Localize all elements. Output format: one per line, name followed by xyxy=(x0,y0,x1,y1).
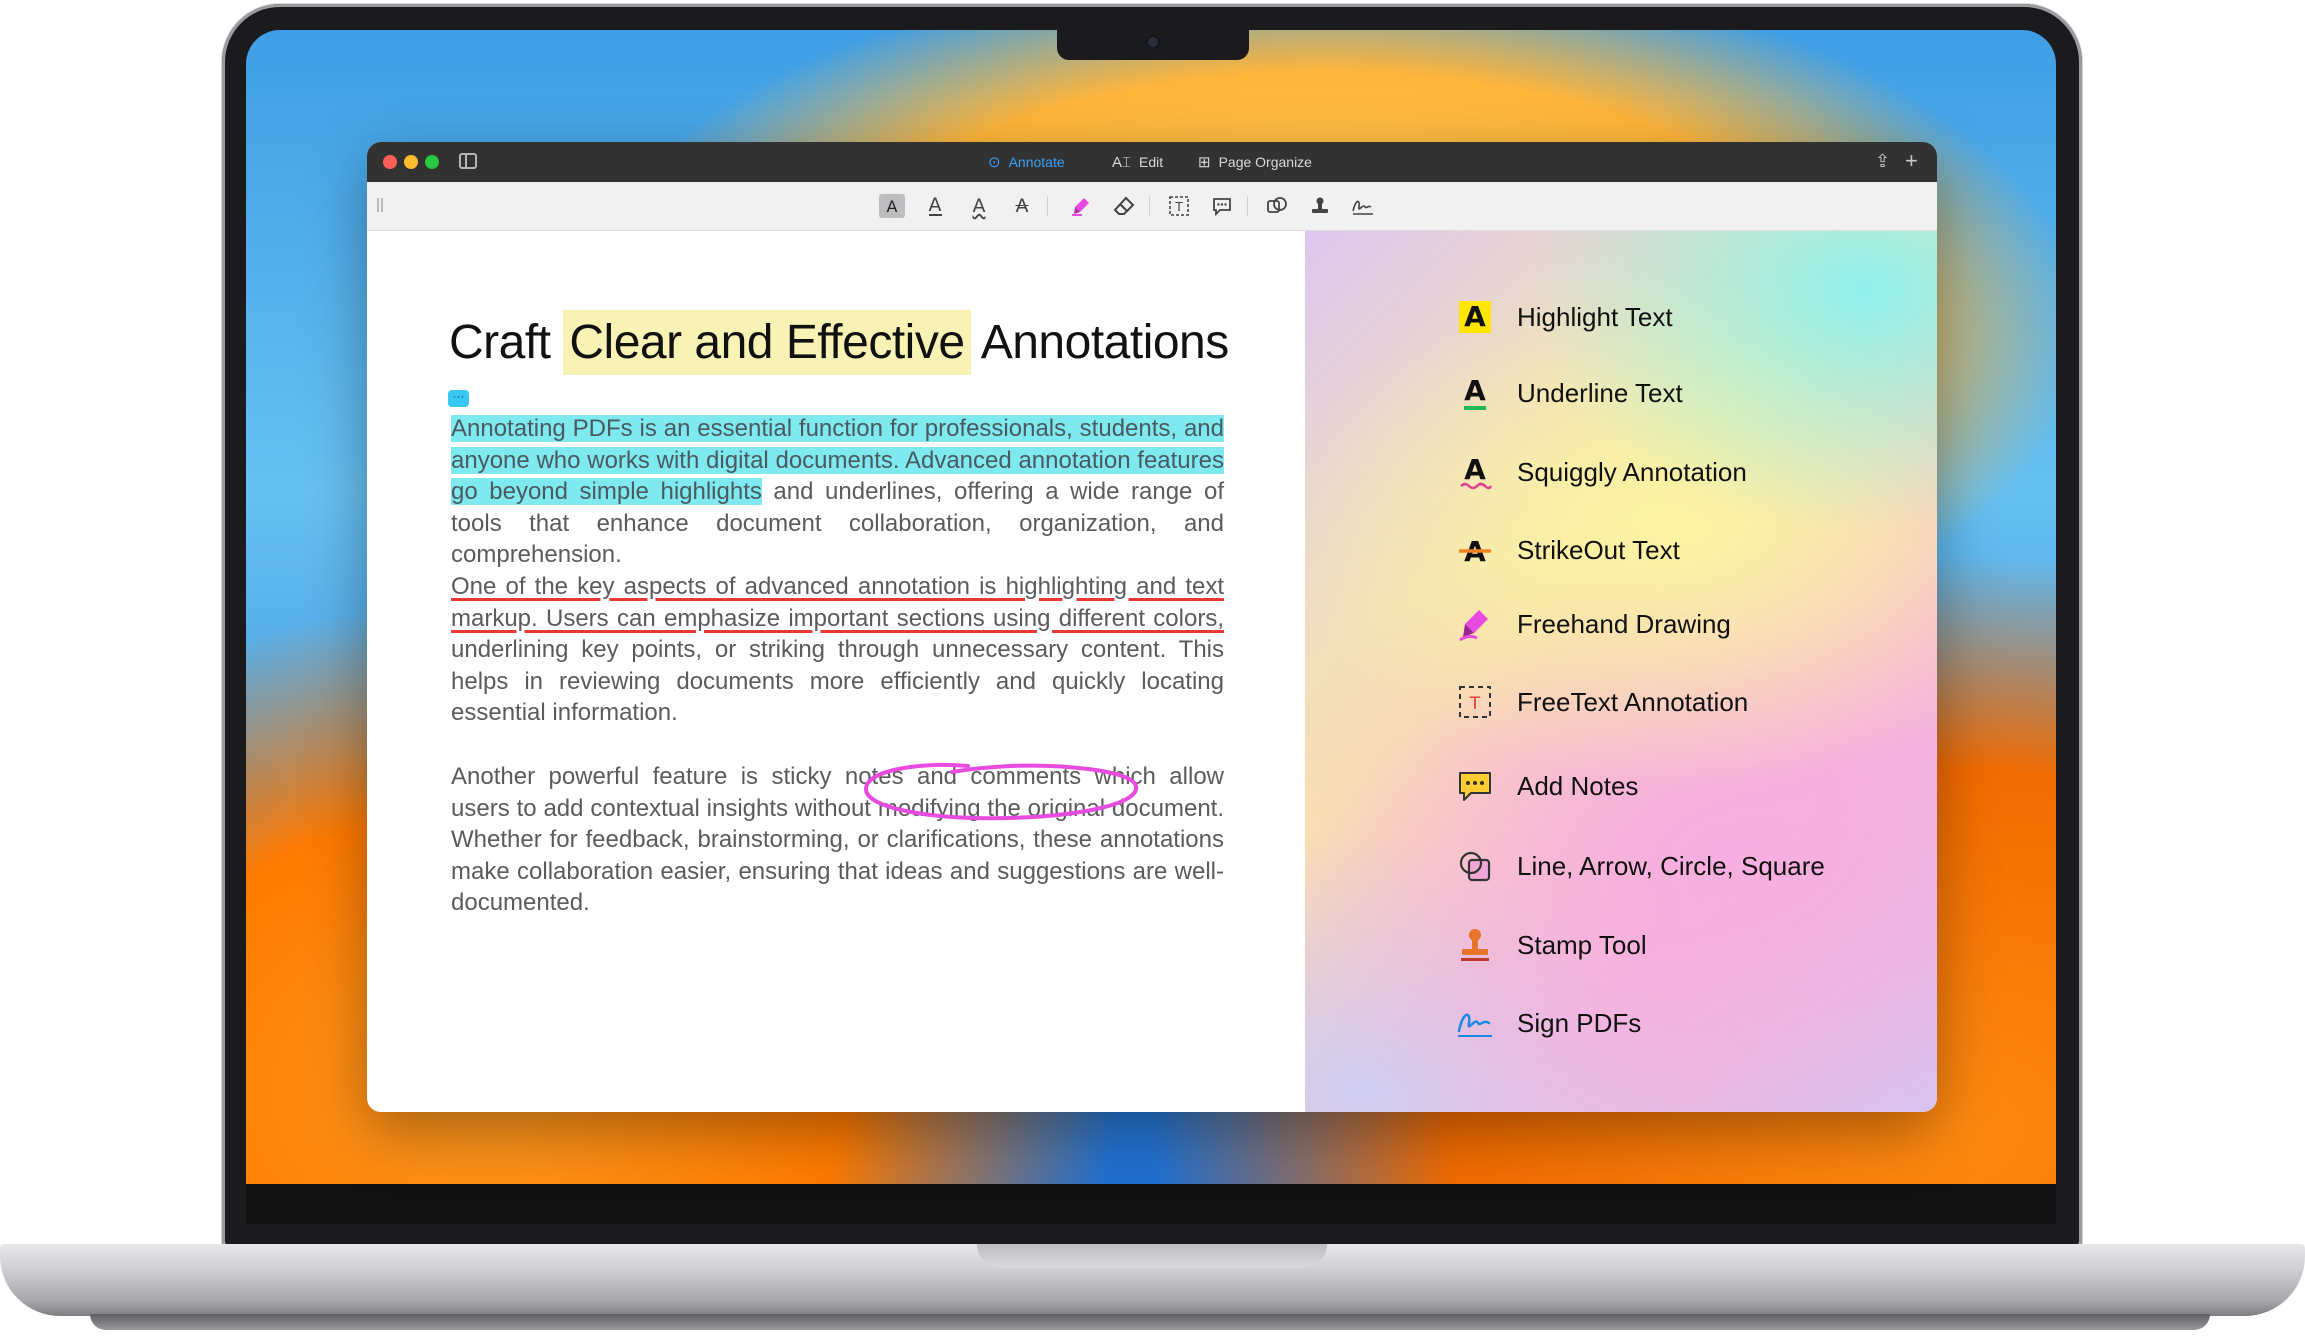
stamp-icon xyxy=(1455,925,1495,965)
marker-icon xyxy=(1455,604,1495,644)
feature-strikeout-text[interactable]: A StrikeOut Text xyxy=(1455,530,1680,570)
feature-underline-text[interactable]: A Underline Text xyxy=(1455,373,1683,413)
feature-freetext-annotation[interactable]: T FreeText Annotation xyxy=(1455,682,1748,722)
feature-freehand-drawing[interactable]: Freehand Drawing xyxy=(1455,604,1731,644)
highlight-text-icon: A xyxy=(1455,297,1495,337)
feature-squiggly-annotation[interactable]: A Squiggly Annotation xyxy=(1455,452,1747,492)
camera-icon xyxy=(1148,37,1158,47)
edit-icon: A⌶ xyxy=(1112,153,1132,171)
feature-label: Freehand Drawing xyxy=(1517,608,1731,639)
signature-icon xyxy=(1455,1003,1495,1043)
laptop-lid-notch xyxy=(977,1244,1327,1268)
feature-label: Add Notes xyxy=(1517,770,1639,801)
feature-label: FreeText Annotation xyxy=(1517,686,1749,717)
tab-edit[interactable]: A⌶ Edit xyxy=(1112,142,1163,182)
sidebar-toggle-icon[interactable] xyxy=(459,153,477,169)
shapes-tool-icon[interactable] xyxy=(1264,194,1290,218)
new-tab-icon[interactable]: + xyxy=(1905,148,1918,174)
feature-label: Squiggly Annotation xyxy=(1517,456,1747,487)
eraser-tool-icon[interactable] xyxy=(1111,194,1137,218)
freehand-tool-icon[interactable] xyxy=(1068,194,1094,218)
title-part-1: Craft xyxy=(449,316,551,369)
paragraph-1: Annotating PDFs is an essential function… xyxy=(451,413,1224,571)
paragraph-2-rest: underlining key points, or striking thro… xyxy=(451,636,1224,726)
document-title: Craft Clear and Effective Annotations xyxy=(449,310,1230,375)
feature-label: Highlight Text xyxy=(1517,301,1673,332)
feature-highlight-text[interactable]: A Highlight Text xyxy=(1455,297,1673,337)
underline-tool-icon[interactable]: A xyxy=(922,194,948,218)
annotate-icon: ⊙ xyxy=(988,154,1001,171)
document-page[interactable]: Craft Clear and Effective Annotations ··… xyxy=(367,231,1305,1112)
title-part-2: Annotations xyxy=(980,316,1230,369)
feature-add-notes[interactable]: Add Notes xyxy=(1455,766,1638,806)
underline-text-icon: A xyxy=(1455,373,1495,413)
tab-annotate-label: Annotate xyxy=(1008,154,1065,170)
toolbar-grip-icon[interactable] xyxy=(377,198,383,212)
feature-label: Line, Arrow, Circle, Square xyxy=(1517,850,1825,881)
tab-edit-label: Edit xyxy=(1139,154,1164,170)
freehand-circle-annotation[interactable] xyxy=(860,758,1142,824)
screen-chin xyxy=(246,1184,2056,1224)
toolbar-divider xyxy=(1247,196,1248,216)
annotation-toolbar: A A A A T xyxy=(367,182,1937,231)
squiggly-icon: A xyxy=(1455,452,1495,492)
strikeout-tool-icon[interactable]: A xyxy=(1009,194,1035,218)
stamp-tool-icon[interactable] xyxy=(1307,194,1333,218)
freetext-tool-icon[interactable]: T xyxy=(1166,194,1192,218)
freetext-icon: T xyxy=(1455,682,1495,722)
shapes-icon xyxy=(1455,846,1495,886)
tab-page-organize-label: Page Organize xyxy=(1218,154,1312,170)
share-icon[interactable]: ⇪ xyxy=(1875,151,1890,172)
feature-label: StrikeOut Text xyxy=(1517,534,1680,565)
svg-text:T: T xyxy=(1469,694,1481,714)
feature-sign-pdfs[interactable]: Sign PDFs xyxy=(1455,1003,1641,1043)
underlined-text[interactable]: One of the key aspects of advanced annot… xyxy=(451,573,1224,632)
zoom-window-button[interactable] xyxy=(425,155,439,169)
paragraph-2: One of the key aspects of advanced annot… xyxy=(451,571,1224,729)
feature-panel: A Highlight Text A Underline Text A Squi… xyxy=(1305,231,1937,1112)
feature-stamp-tool[interactable]: Stamp Tool xyxy=(1455,925,1647,965)
title-highlighted-text[interactable]: Clear and Effective xyxy=(563,310,971,375)
feature-label: Underline Text xyxy=(1517,377,1683,408)
laptop-foot xyxy=(90,1314,2210,1330)
grid-icon: ⊞ xyxy=(1198,154,1211,171)
strikeout-icon: A xyxy=(1455,530,1495,570)
note-icon xyxy=(1455,766,1495,806)
close-window-button[interactable] xyxy=(383,155,397,169)
minimize-window-button[interactable] xyxy=(404,155,418,169)
note-tool-icon[interactable] xyxy=(1209,194,1235,218)
svg-text:T: T xyxy=(1174,200,1183,214)
highlight-tool-icon[interactable]: A xyxy=(879,194,905,218)
tab-page-organize[interactable]: ⊞ Page Organize xyxy=(1198,142,1312,182)
tab-annotate[interactable]: ⊙ Annotate xyxy=(988,142,1065,182)
svg-text:A: A xyxy=(1464,453,1486,486)
toolbar-divider xyxy=(1047,196,1048,216)
title-bar: ⊙ Annotate A⌶ Edit ⊞ Page Organize ⇪ + xyxy=(367,142,1937,182)
feature-shapes[interactable]: Line, Arrow, Circle, Square xyxy=(1455,846,1825,886)
app-window: ⊙ Annotate A⌶ Edit ⊞ Page Organize ⇪ + A… xyxy=(367,142,1937,1112)
signature-tool-icon[interactable] xyxy=(1350,194,1376,218)
feature-label: Sign PDFs xyxy=(1517,1007,1642,1038)
sticky-note-icon[interactable]: ··· xyxy=(448,390,469,407)
squiggly-tool-icon[interactable]: A xyxy=(966,194,992,218)
toolbar-divider xyxy=(1149,196,1150,216)
feature-label: Stamp Tool xyxy=(1517,929,1647,960)
